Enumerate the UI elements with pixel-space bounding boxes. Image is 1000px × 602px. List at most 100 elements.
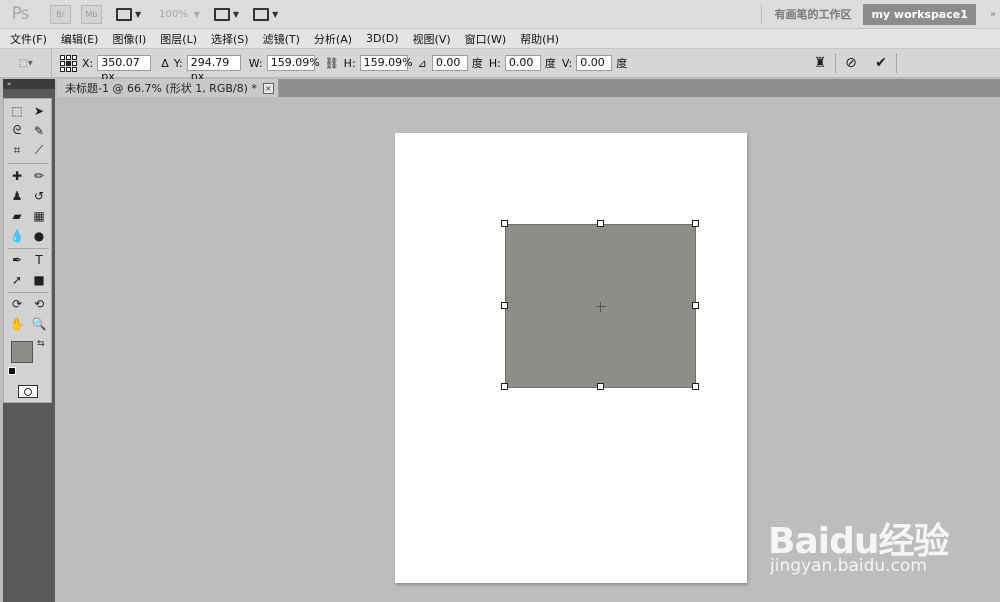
skew-horizontal-field[interactable]: 0.00 (504, 55, 541, 71)
warp-mode-icon[interactable]: ♜ (805, 48, 835, 78)
dodge-tool-icon[interactable]: ● (29, 227, 49, 244)
rotation-field[interactable]: 0.00 (431, 55, 468, 71)
3d-rotate-tool-icon[interactable]: ⟳ (7, 295, 27, 312)
foreground-color-swatch[interactable] (11, 341, 33, 363)
transform-handle-bottom-left[interactable] (501, 383, 508, 390)
menu-3d[interactable]: 3D(D) (366, 32, 399, 45)
default-colors-icon[interactable] (8, 367, 16, 375)
swap-colors-icon[interactable]: ⇆ (37, 339, 45, 349)
quick-selection-tool-icon[interactable]: ✎ (29, 122, 49, 139)
zoom-chevron-icon[interactable]: ▼ (194, 10, 200, 19)
menu-select[interactable]: 选择(S) (211, 31, 249, 47)
transform-handle-top-right[interactable] (692, 220, 699, 227)
workspace-more-icon[interactable]: » (990, 9, 996, 20)
path-selection-tool-icon[interactable]: ➚ (7, 271, 27, 288)
menu-edit[interactable]: 编辑(E) (61, 31, 99, 47)
transform-handle-top-left[interactable] (501, 220, 508, 227)
healing-brush-tool-icon[interactable]: ✚ (7, 167, 27, 184)
menu-analysis[interactable]: 分析(A) (314, 31, 352, 47)
width-label: W: (248, 56, 263, 70)
skew-v-label: V: (561, 56, 573, 70)
commit-transform-icon[interactable]: ✔ (866, 48, 896, 78)
relative-position-icon[interactable]: Δ (161, 57, 169, 70)
skew-vertical-field[interactable]: 0.00 (576, 55, 613, 71)
gradient-tool-icon[interactable]: ▦ (29, 207, 49, 224)
zoom-level[interactable]: 100% (159, 9, 188, 20)
quick-mask-button[interactable] (18, 385, 38, 398)
photoshop-logo: Ps (11, 4, 30, 24)
transform-handle-bottom[interactable] (597, 383, 604, 390)
menu-file[interactable]: 文件(F) (10, 31, 47, 47)
type-tool-icon[interactable]: T (29, 251, 49, 268)
arrange-documents-icon (213, 7, 230, 21)
y-position-field[interactable]: 294.79 px (186, 55, 241, 83)
menu-help[interactable]: 帮助(H) (520, 31, 559, 47)
brush-tool-icon[interactable]: ✏ (29, 167, 49, 184)
zoom-tool-icon[interactable]: 🔍 (29, 315, 49, 332)
workspace-active[interactable]: my workspace1 (863, 3, 976, 25)
transform-tool-icon: ⬚▾ (18, 57, 33, 69)
crop-tool-icon[interactable]: ⌗ (7, 142, 27, 159)
view-extras-dropdown[interactable]: ▼ (116, 7, 142, 21)
view-extras-icon (116, 7, 132, 21)
menu-view[interactable]: 视图(V) (413, 31, 451, 47)
transform-handle-top[interactable] (597, 220, 604, 227)
y-label: Y: (173, 56, 183, 70)
eraser-tool-icon[interactable]: ▰ (7, 207, 27, 224)
watermark-url: jingyan.baidu.com (770, 556, 927, 576)
baidu-jingyan-watermark: Baidu经验 jingyan.baidu.com (768, 495, 958, 585)
commit-controls: ♜ ⊘ ✔ (805, 48, 1000, 78)
rectangle-tool-icon[interactable]: ■ (29, 271, 49, 288)
document-title: 未标题-1 @ 66.7% (形状 1, RGB/8) * (65, 82, 257, 95)
screen-mode-dropdown[interactable]: ▼ (253, 7, 278, 21)
marquee-tool-icon[interactable]: ⬚ (7, 102, 27, 119)
application-bar: Ps Br Mb ▼ 100% ▼ ▼ ▼ 有画笔的工作区 my workspa… (0, 0, 1000, 29)
height-percent-field[interactable]: 159.09% (359, 55, 413, 71)
transform-handle-left[interactable] (501, 302, 508, 309)
x-position-field[interactable]: 350.07 px (97, 55, 152, 83)
divider (896, 53, 897, 73)
skew-v-unit: 度 (616, 57, 628, 70)
transform-handle-right[interactable] (692, 302, 699, 309)
divider (8, 163, 49, 164)
menu-image[interactable]: 图像(I) (112, 31, 146, 47)
tools-column: ⬚ ➤ ᘓ ✎ ⌗ ⟋ ✚ ✏ ♟ ↺ ▰ ▦ 💧 ● ✒ T ➚ ■ ⟳ ⟲ … (3, 98, 52, 403)
reference-point-crosshair-icon[interactable] (596, 302, 606, 312)
workspace-brushes[interactable]: 有画笔的工作区 (761, 4, 863, 24)
divider (8, 292, 49, 293)
document-tab[interactable]: 未标题-1 @ 66.7% (形状 1, RGB/8) * × (57, 79, 279, 97)
history-brush-tool-icon[interactable]: ↺ (29, 187, 49, 204)
menu-layer[interactable]: 图层(L) (160, 31, 197, 47)
move-tool-icon[interactable]: ➤ (29, 102, 49, 119)
chevron-down-icon: ▼ (135, 9, 142, 19)
pen-tool-icon[interactable]: ✒ (7, 251, 27, 268)
toolbox-collapse-button[interactable]: « (3, 79, 55, 89)
document-tab-bar: 未标题-1 @ 66.7% (形状 1, RGB/8) * × (57, 79, 1000, 97)
screen-mode-icon (253, 7, 270, 21)
menu-window[interactable]: 窗口(W) (465, 31, 506, 47)
skew-h-label: H: (488, 56, 501, 70)
transform-handle-bottom-right[interactable] (692, 383, 699, 390)
height-label: H: (343, 56, 356, 70)
launch-bridge-button[interactable]: Br (50, 4, 71, 24)
lasso-tool-icon[interactable]: ᘓ (7, 122, 27, 139)
3d-orbit-tool-icon[interactable]: ⟲ (29, 295, 49, 312)
reference-point-locator[interactable] (60, 55, 77, 72)
width-percent-field[interactable]: 159.09% (266, 55, 320, 71)
link-aspect-ratio-icon[interactable]: ⛓ (325, 57, 339, 70)
blur-tool-icon[interactable]: 💧 (7, 227, 27, 244)
rectangle-shape-layer[interactable] (501, 220, 699, 390)
launch-minibridge-button[interactable]: Mb (81, 4, 102, 24)
eyedropper-tool-icon[interactable]: ⟋ (29, 142, 49, 159)
rotation-unit: 度 (471, 57, 483, 70)
tool-preset-picker[interactable]: ⬚▾ (0, 48, 52, 78)
close-icon[interactable]: × (262, 82, 274, 94)
cancel-transform-icon[interactable]: ⊘ (836, 48, 866, 78)
hand-tool-icon[interactable]: ✋ (7, 315, 27, 332)
chevron-down-icon: ▼ (232, 9, 240, 19)
menu-filter[interactable]: 滤镜(T) (263, 31, 300, 47)
clone-stamp-tool-icon[interactable]: ♟ (7, 187, 27, 204)
document-canvas[interactable] (395, 133, 747, 583)
arrange-documents-dropdown[interactable]: ▼ (213, 7, 240, 21)
divider (8, 248, 49, 249)
